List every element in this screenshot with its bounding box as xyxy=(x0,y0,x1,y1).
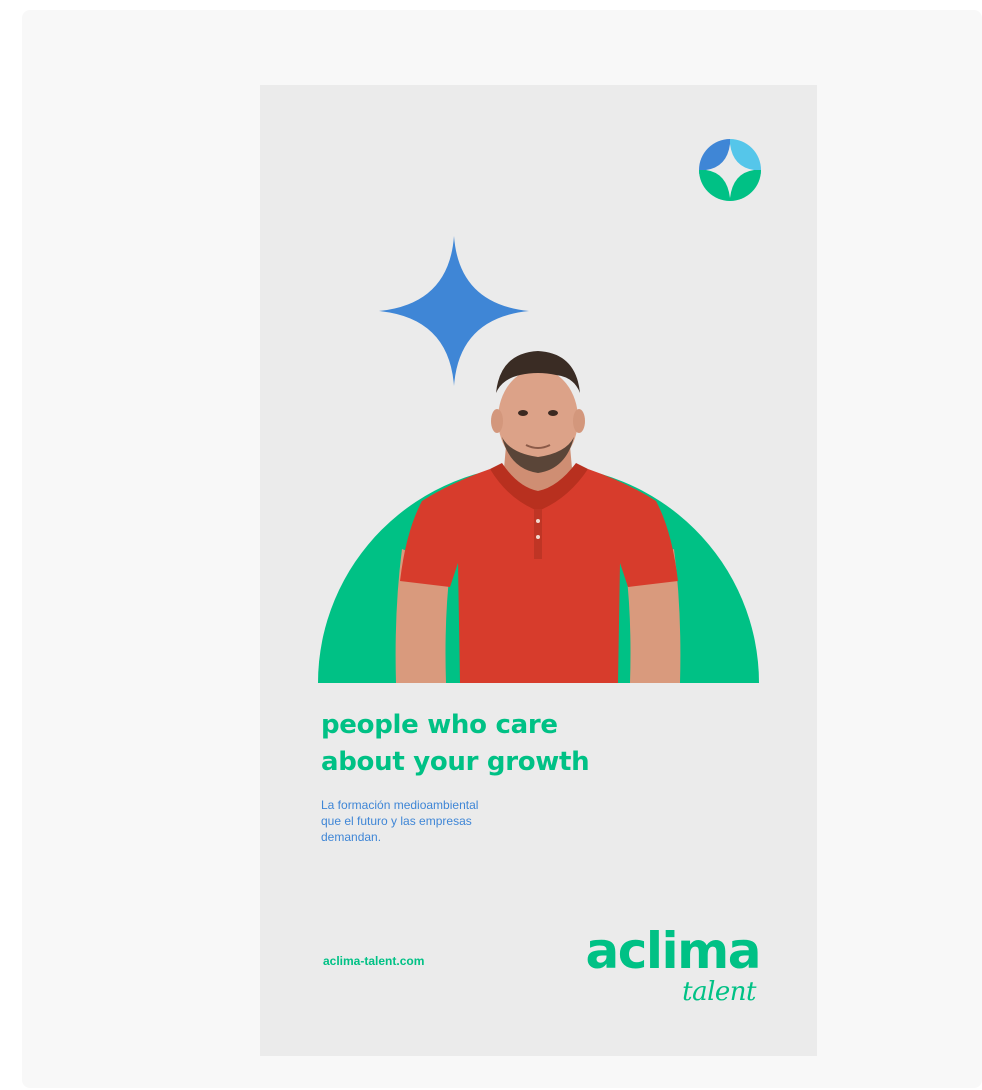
brand-logo-tagline: talent xyxy=(682,977,756,1007)
subheadline-line-1: La formación medioambiental xyxy=(321,798,479,812)
subheadline-line-2: que el futuro y las empresas xyxy=(321,814,472,828)
headline: people who care about your growth xyxy=(321,707,590,781)
headline-line-2: about your growth xyxy=(321,747,590,777)
person-photo xyxy=(395,351,681,683)
artboard-frame: people who care about your growth La for… xyxy=(22,10,982,1088)
poster: people who care about your growth La for… xyxy=(260,85,817,1056)
subheadline-line-3: demandan. xyxy=(321,830,382,844)
subheadline: La formación medioambiental que el futur… xyxy=(321,797,521,845)
headline-line-1: people who care xyxy=(321,710,558,740)
website-link[interactable]: aclima-talent.com xyxy=(323,954,424,968)
star-badge-icon xyxy=(699,139,761,201)
brand-logo-wordmark: aclima xyxy=(585,922,762,980)
